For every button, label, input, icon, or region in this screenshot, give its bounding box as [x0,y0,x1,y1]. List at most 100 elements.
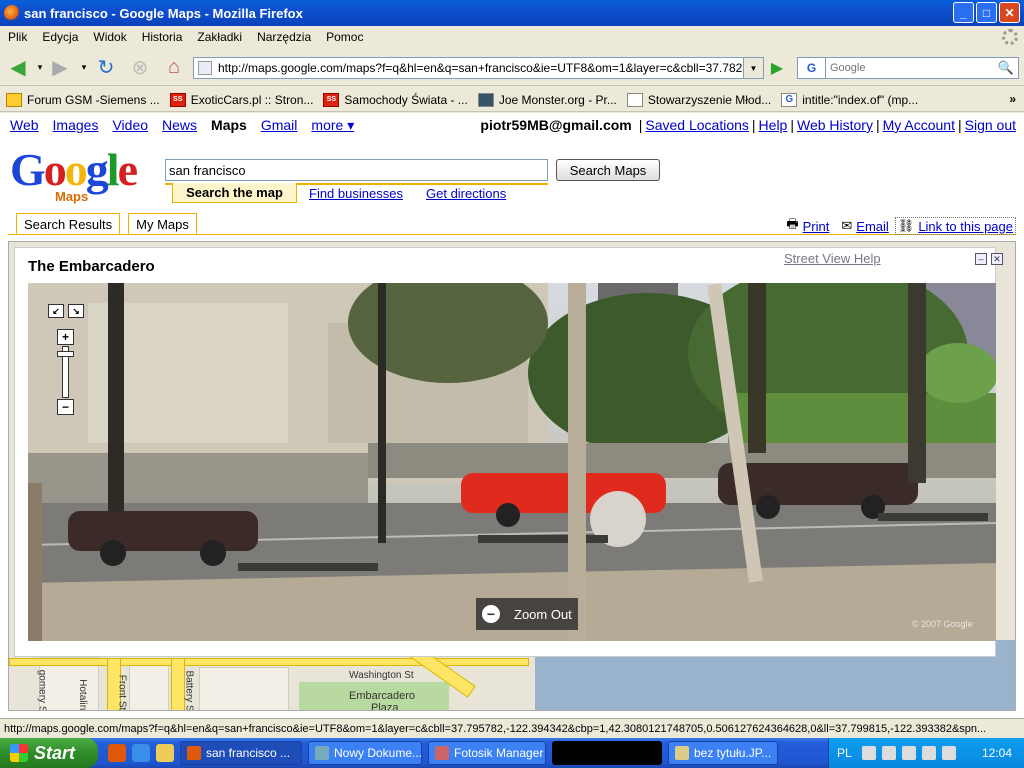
search-engine-selector[interactable]: G [798,58,826,78]
task-firefox[interactable]: san francisco ... [180,741,302,765]
search-engine-input[interactable] [826,62,986,74]
maximize-button[interactable]: □ [976,2,997,23]
bookmark-icon: G [781,92,798,107]
link-icon: ⛓ [897,218,915,233]
app-tray-icon[interactable] [941,746,956,760]
map-road [9,658,529,666]
nav-web-link[interactable]: Web [10,117,39,134]
pan-right-icon[interactable]: ↘ [68,304,84,318]
network-icon[interactable] [901,746,916,760]
go-icon[interactable]: ▶ [766,57,788,79]
sign-out-link[interactable]: Sign out [965,117,1016,133]
home-icon[interactable]: ⌂ [162,56,186,78]
street-view-image[interactable] [28,283,996,641]
menu-pomoc[interactable]: Pomoc [326,30,363,44]
email-icon[interactable]: ✉ [841,218,852,234]
street-label: Front St [116,674,128,711]
google-maps-logo[interactable]: Google [10,147,138,193]
saved-locations-link[interactable]: Saved Locations [645,117,749,133]
task-paint[interactable]: bez tytułu.JP... [668,741,778,765]
clock[interactable]: 12:04 [982,746,1012,760]
status-text: http://maps.google.com/maps?f=q&hl=en&q=… [4,722,987,735]
link-to-page-box[interactable]: ⛓ Link to this page [894,217,1016,235]
tab-get-directions[interactable]: Get directions [426,186,506,201]
search-maps-button[interactable]: Search Maps [556,159,660,181]
keyboard-icon[interactable] [861,746,876,760]
bookmark-item[interactable]: Forum GSM -Siemens ... [6,92,160,107]
language-indicator[interactable]: PL [837,746,852,760]
menu-plik[interactable]: Plik [8,30,27,44]
start-button[interactable]: Start [0,738,98,768]
account-bar: piotr59MB@gmail.com | Saved Locations | Help… [480,117,1016,133]
nav-news-link[interactable]: News [162,117,197,134]
bookmark-item[interactable]: SS ExoticCars.pl :: Stron... [169,92,313,107]
tab-search-results[interactable]: Search Results [16,213,121,235]
task-hidden[interactable] [552,741,662,765]
url-bar[interactable]: http://maps.google.com/maps?f=q&hl=en&q=… [193,57,764,79]
minimize-button[interactable]: _ [953,2,974,23]
bookmark-item[interactable]: Joe Monster.org - Pr... [477,92,617,107]
window-title: san francisco - Google Maps - Mozilla Fi… [24,5,303,21]
menu-historia[interactable]: Historia [142,30,183,44]
firefox-quicklaunch-icon[interactable] [108,744,126,762]
maps-search-input[interactable] [165,159,548,181]
zoom-out-overlay-button[interactable]: − Zoom Out [476,598,578,630]
google-top-nav: Web Images Video News Maps Gmail more ▾ [10,117,368,134]
link-to-page-link[interactable]: Link to this page [918,219,1013,234]
back-icon[interactable]: ◀ [6,56,30,79]
zoom-in-button[interactable]: + [57,329,74,345]
street-view-title: The Embarcadero [28,258,155,275]
status-bar: http://maps.google.com/maps?f=q&hl=en&q=… [0,718,1024,738]
bookmark-item[interactable]: Gintitle:"index.of" (mp... [781,92,918,107]
menu-narzedzia[interactable]: Narzędzia [257,30,311,44]
bookmark-icon: SS [169,92,186,107]
forward-history-dropdown[interactable]: ▾ [72,56,96,78]
task-notepad[interactable]: Nowy Dokume... [308,741,422,765]
volume-icon[interactable] [921,746,936,760]
pan-left-icon[interactable]: ↙ [48,304,64,318]
nav-images-link[interactable]: Images [53,117,99,134]
menu-edycja[interactable]: Edycja [42,30,78,44]
web-history-link[interactable]: Web History [797,117,873,133]
bookmarks-overflow-chevron[interactable]: » [1009,92,1016,106]
bookmark-icon [626,92,643,107]
help-link[interactable]: Help [759,117,788,133]
email-link[interactable]: Email [856,219,889,234]
bookmark-icon: SS [323,92,340,107]
stop-icon[interactable]: ⊗ [128,56,152,79]
close-button[interactable]: ✕ [999,2,1020,23]
map-block [129,662,169,710]
nav-more-link[interactable]: more ▾ [311,117,354,134]
search-icon[interactable]: 🔍 [996,59,1016,77]
forward-icon[interactable]: ▶ [48,56,72,79]
media-quicklaunch-icon[interactable] [156,744,174,762]
site-icon [198,61,212,75]
zoom-out-button[interactable]: − [57,399,74,415]
reload-icon[interactable]: ↻ [94,56,118,79]
bookmark-icon [477,92,494,107]
menu-widok[interactable]: Widok [93,30,126,44]
print-icon[interactable]: 🖶 [786,215,798,237]
minimize-popup-icon[interactable]: – [975,253,987,265]
ie-quicklaunch-icon[interactable] [132,744,150,762]
close-popup-icon[interactable]: ✕ [991,253,1003,265]
help-icon[interactable] [881,746,896,760]
task-fotosik[interactable]: Fotosik Manager [428,741,546,765]
bookmark-item[interactable]: SS Samochody Świata - ... [323,92,468,107]
street-label: Battery St [183,670,195,711]
zoom-slider-handle[interactable] [57,351,74,357]
tab-search-the-map[interactable]: Search the map [172,183,297,203]
my-account-link[interactable]: My Account [883,117,955,133]
nav-gmail-link[interactable]: Gmail [261,117,298,134]
menu-zakladki[interactable]: Zakładki [197,30,242,44]
window-titlebar: san francisco - Google Maps - Mozilla Fi… [0,0,1024,26]
street-view-help-link[interactable]: Street View Help [784,251,881,266]
copyright-text: © 2007 Google [912,619,973,629]
tab-find-businesses[interactable]: Find businesses [309,186,403,201]
bookmark-item[interactable]: Stowarzyszenie Młod... [626,92,771,107]
nav-video-link[interactable]: Video [112,117,148,134]
print-link[interactable]: Print [803,219,830,234]
url-dropdown-button[interactable]: ▼ [743,57,764,79]
quick-launch [108,744,174,762]
tab-my-maps[interactable]: My Maps [128,213,197,235]
